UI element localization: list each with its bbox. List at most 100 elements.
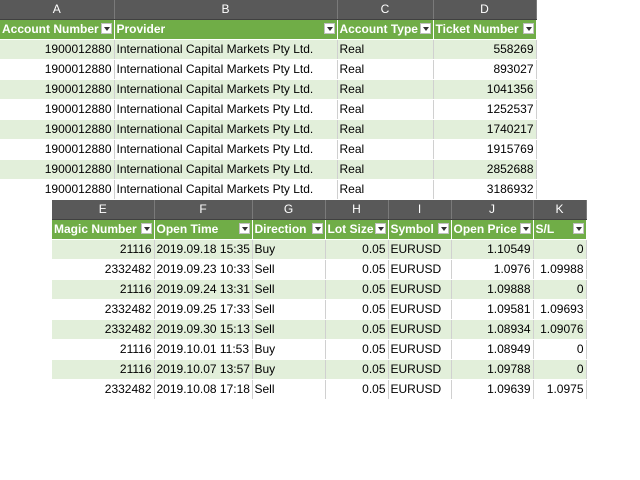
table-cell[interactable]: International Capital Markets Pty Ltd. bbox=[114, 139, 338, 160]
column-letter-j[interactable]: J bbox=[451, 200, 534, 220]
filter-dropdown-icon[interactable] bbox=[323, 23, 335, 34]
table-cell[interactable]: 0.05 bbox=[325, 319, 389, 340]
table-cell[interactable]: 2019.09.25 17:33 bbox=[154, 299, 253, 320]
table-cell[interactable]: 1.09639 bbox=[451, 379, 534, 400]
table-cell[interactable]: EURUSD bbox=[388, 319, 452, 340]
table-cell[interactable]: 1900012880 bbox=[0, 59, 115, 80]
filter-dropdown-icon[interactable] bbox=[100, 23, 112, 34]
table-cell[interactable]: 0.05 bbox=[325, 239, 389, 260]
table-cell[interactable]: 2332482 bbox=[52, 319, 155, 340]
filter-dropdown-icon[interactable] bbox=[419, 23, 431, 34]
table-cell[interactable]: Sell bbox=[252, 279, 326, 300]
table-cell[interactable]: 2019.09.24 13:31 bbox=[154, 279, 253, 300]
table-cell[interactable]: EURUSD bbox=[388, 299, 452, 320]
table-cell[interactable]: 0.05 bbox=[325, 379, 389, 400]
table-cell[interactable]: 2019.09.23 10:33 bbox=[154, 259, 253, 280]
table-cell[interactable]: 1.09581 bbox=[451, 299, 534, 320]
table-cell[interactable]: 1.08949 bbox=[451, 339, 534, 360]
column-letter-f[interactable]: F bbox=[154, 200, 253, 220]
table-cell[interactable]: 0 bbox=[533, 359, 587, 380]
header-lot-size[interactable]: Lot Size bbox=[325, 219, 389, 240]
table-cell[interactable]: 1252537 bbox=[433, 99, 537, 120]
table-cell[interactable]: Sell bbox=[252, 259, 326, 280]
table-cell[interactable]: Real bbox=[337, 159, 434, 180]
table-cell[interactable]: International Capital Markets Pty Ltd. bbox=[114, 119, 338, 140]
table-cell[interactable]: International Capital Markets Pty Ltd. bbox=[114, 99, 338, 120]
table-cell[interactable]: 0 bbox=[533, 279, 587, 300]
table-cell[interactable]: EURUSD bbox=[388, 379, 452, 400]
table-cell[interactable]: 0.05 bbox=[325, 299, 389, 320]
header-open-price[interactable]: Open Price bbox=[451, 219, 534, 240]
table-cell[interactable]: 0.05 bbox=[325, 359, 389, 380]
table-cell[interactable]: EURUSD bbox=[388, 279, 452, 300]
header-direction[interactable]: Direction bbox=[252, 219, 326, 240]
table-cell[interactable]: 1.0976 bbox=[451, 259, 534, 280]
table-cell[interactable]: 1.09888 bbox=[451, 279, 534, 300]
filter-dropdown-icon[interactable] bbox=[140, 223, 152, 234]
table-cell[interactable]: 21116 bbox=[52, 239, 155, 260]
table-cell[interactable]: 21116 bbox=[52, 279, 155, 300]
header-ticket-number[interactable]: Ticket Number bbox=[433, 19, 537, 40]
header-magic-number[interactable]: Magic Number bbox=[52, 219, 155, 240]
table-cell[interactable]: Real bbox=[337, 99, 434, 120]
table-cell[interactable]: 2019.10.08 17:18 bbox=[154, 379, 253, 400]
table-cell[interactable]: Real bbox=[337, 119, 434, 140]
table-cell[interactable]: 1900012880 bbox=[0, 39, 115, 60]
table-cell[interactable]: International Capital Markets Pty Ltd. bbox=[114, 159, 338, 180]
column-letter-c[interactable]: C bbox=[337, 0, 434, 20]
table-cell[interactable]: 1900012880 bbox=[0, 159, 115, 180]
table-cell[interactable]: Sell bbox=[252, 379, 326, 400]
table-cell[interactable]: International Capital Markets Pty Ltd. bbox=[114, 39, 338, 60]
header-account-number[interactable]: Account Number bbox=[0, 19, 115, 40]
column-letter-d[interactable]: D bbox=[433, 0, 537, 20]
table-cell[interactable]: Real bbox=[337, 179, 434, 200]
filter-dropdown-icon[interactable] bbox=[522, 23, 534, 34]
table-cell[interactable]: 1900012880 bbox=[0, 179, 115, 200]
table-cell[interactable]: Buy bbox=[252, 359, 326, 380]
column-letter-h[interactable]: H bbox=[325, 200, 389, 220]
table-cell[interactable]: 1.09788 bbox=[451, 359, 534, 380]
table-cell[interactable]: EURUSD bbox=[388, 359, 452, 380]
filter-dropdown-icon[interactable] bbox=[374, 223, 386, 234]
table-cell[interactable]: 3186932 bbox=[433, 179, 537, 200]
table-cell[interactable]: 21116 bbox=[52, 339, 155, 360]
table-cell[interactable]: 0.05 bbox=[325, 259, 389, 280]
table-cell[interactable]: Buy bbox=[252, 339, 326, 360]
column-letter-i[interactable]: I bbox=[388, 200, 452, 220]
column-letter-g[interactable]: G bbox=[252, 200, 326, 220]
table-cell[interactable]: 1900012880 bbox=[0, 119, 115, 140]
column-letter-b[interactable]: B bbox=[114, 0, 338, 20]
table-cell[interactable]: 1.0975 bbox=[533, 379, 587, 400]
filter-dropdown-icon[interactable] bbox=[519, 223, 531, 234]
header-symbol[interactable]: Symbol bbox=[388, 219, 452, 240]
column-letter-k[interactable]: K bbox=[533, 200, 587, 220]
table-cell[interactable]: 1900012880 bbox=[0, 79, 115, 100]
header-open-time[interactable]: Open Time bbox=[154, 219, 253, 240]
table-cell[interactable]: EURUSD bbox=[388, 239, 452, 260]
filter-dropdown-icon[interactable] bbox=[311, 223, 323, 234]
table-cell[interactable]: 1.10549 bbox=[451, 239, 534, 260]
table-cell[interactable]: 558269 bbox=[433, 39, 537, 60]
table-cell[interactable]: 1.09988 bbox=[533, 259, 587, 280]
table-cell[interactable]: 893027 bbox=[433, 59, 537, 80]
table-cell[interactable]: Real bbox=[337, 59, 434, 80]
table-cell[interactable]: 1.08934 bbox=[451, 319, 534, 340]
table-cell[interactable]: 21116 bbox=[52, 359, 155, 380]
table-cell[interactable]: EURUSD bbox=[388, 339, 452, 360]
table-cell[interactable]: 2852688 bbox=[433, 159, 537, 180]
table-cell[interactable]: 2019.09.18 15:35 bbox=[154, 239, 253, 260]
table-cell[interactable]: 2332482 bbox=[52, 259, 155, 280]
table-cell[interactable]: International Capital Markets Pty Ltd. bbox=[114, 59, 338, 80]
table-cell[interactable]: 1740217 bbox=[433, 119, 537, 140]
table-cell[interactable]: 0.05 bbox=[325, 339, 389, 360]
table-cell[interactable]: EURUSD bbox=[388, 259, 452, 280]
table-cell[interactable]: Buy bbox=[252, 239, 326, 260]
filter-dropdown-icon[interactable] bbox=[572, 223, 584, 234]
table-cell[interactable]: 1.09693 bbox=[533, 299, 587, 320]
header-account-type[interactable]: Account Type bbox=[337, 19, 434, 40]
header-sl[interactable]: S/L bbox=[533, 219, 587, 240]
table-cell[interactable]: 2332482 bbox=[52, 379, 155, 400]
table-cell[interactable]: International Capital Markets Pty Ltd. bbox=[114, 179, 338, 200]
table-cell[interactable]: 1900012880 bbox=[0, 99, 115, 120]
filter-dropdown-icon[interactable] bbox=[238, 223, 250, 234]
